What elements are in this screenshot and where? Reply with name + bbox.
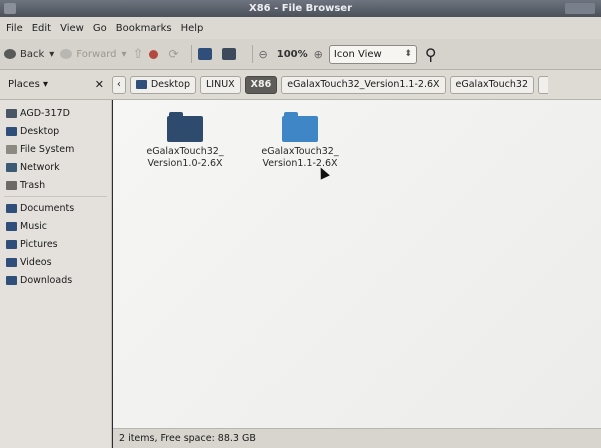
- menu-help[interactable]: Help: [181, 23, 204, 34]
- folder-icon: [135, 80, 147, 89]
- sidebar-item-agd-317d[interactable]: AGD-317D: [0, 104, 111, 122]
- stop-icon: [149, 49, 159, 59]
- back-label: Back: [20, 48, 45, 60]
- sidebar-item-file-system[interactable]: File System: [0, 140, 111, 158]
- sidebar-item-pictures[interactable]: Pictures: [0, 235, 111, 253]
- folder-name: eGalaxTouch32_ Version1.0-2.6X: [146, 146, 224, 169]
- close-sidebar-icon[interactable]: ✕: [95, 78, 104, 91]
- zoom-out-button[interactable]: ⊖: [259, 43, 268, 65]
- sidebar-item-downloads[interactable]: Downloads: [0, 271, 111, 289]
- breadcrumb-egalaxtouch32[interactable]: eGalaxTouch32: [449, 75, 534, 94]
- title-bar: X86 - File Browser: [0, 0, 601, 17]
- places-header: Places ▾ ✕: [0, 78, 112, 91]
- location-bar: Places ▾ ✕ ‹ Desktop LINUX X86 eGalaxTou…: [0, 70, 601, 100]
- home-button[interactable]: [197, 43, 216, 65]
- chevron-left-icon: ‹: [117, 79, 121, 90]
- places-sidebar: AGD-317D Desktop File System Network Tra…: [0, 100, 112, 448]
- status-bar: 2 items, Free space: 88.3 GB: [113, 428, 601, 448]
- breadcrumb-overflow[interactable]: [538, 75, 548, 94]
- trash-icon: [6, 180, 17, 190]
- back-button[interactable]: Back ▾: [4, 43, 54, 65]
- network-icon: [6, 162, 17, 172]
- sidebar-item-music[interactable]: Music: [0, 217, 111, 235]
- sidebar-item-documents[interactable]: Documents: [0, 199, 111, 217]
- folder-icon: [167, 112, 203, 142]
- forward-history-chevron-icon[interactable]: ▾: [122, 49, 127, 60]
- menu-edit[interactable]: Edit: [32, 23, 51, 34]
- computer-icon: [221, 48, 236, 60]
- file-view[interactable]: eGalaxTouch32_ Version1.0-2.6X eGalaxTou…: [113, 100, 601, 428]
- folder-icon: [6, 257, 17, 267]
- updown-chevron-icon: ⬍: [404, 49, 412, 59]
- folder-name: eGalaxTouch32_ Version1.1-2.6X: [261, 146, 339, 169]
- reload-button[interactable]: ⟳: [168, 43, 178, 65]
- zoom-level[interactable]: 100%: [274, 43, 308, 65]
- file-browser-window: X86 - File Browser File Edit View Go Boo…: [0, 0, 601, 448]
- forward-label: Forward: [76, 48, 117, 60]
- menu-file[interactable]: File: [6, 23, 23, 34]
- folder-icon: [6, 239, 17, 249]
- forward-button[interactable]: Forward ▾: [60, 43, 127, 65]
- toolbar: Back ▾ Forward ▾ ⇧ ⟳ ⊖ 100% ⊕ Icon View …: [0, 39, 601, 70]
- toolbar-separator: [190, 45, 192, 63]
- drive-icon: [6, 144, 17, 154]
- window-title: X86 - File Browser: [248, 3, 353, 14]
- menu-bar: File Edit View Go Bookmarks Help: [0, 17, 601, 39]
- menu-view[interactable]: View: [60, 23, 84, 34]
- window-menu-icon[interactable]: [4, 3, 16, 14]
- menu-go[interactable]: Go: [93, 23, 107, 34]
- breadcrumb-linux[interactable]: LINUX: [200, 75, 241, 94]
- places-dropdown[interactable]: Places ▾: [8, 79, 48, 90]
- folder-icon: [6, 275, 17, 285]
- breadcrumb-version1-1[interactable]: eGalaxTouch32_Version1.1-2.6X: [281, 75, 446, 94]
- folder-icon: [6, 221, 17, 231]
- sidebar-divider: [4, 196, 107, 197]
- sidebar-item-videos[interactable]: Videos: [0, 253, 111, 271]
- up-button[interactable]: ⇧: [133, 43, 144, 65]
- computer-icon: [6, 108, 17, 118]
- sidebar-item-desktop[interactable]: Desktop: [0, 122, 111, 140]
- zoom-in-button[interactable]: ⊕: [314, 43, 323, 65]
- zoom-value: 100%: [276, 48, 308, 60]
- search-icon[interactable]: ⚲: [425, 45, 437, 64]
- up-arrow-icon: ⇧: [132, 46, 144, 62]
- forward-arrow-icon: [60, 49, 73, 59]
- window-controls[interactable]: [565, 3, 595, 14]
- home-folder-icon: [197, 48, 212, 60]
- desktop-icon: [6, 126, 17, 136]
- breadcrumb-left-arrow[interactable]: ‹: [112, 75, 126, 94]
- view-mode-select[interactable]: Icon View ⬍: [328, 44, 417, 64]
- stop-button[interactable]: [149, 43, 162, 65]
- sidebar-item-network[interactable]: Network: [0, 158, 111, 176]
- breadcrumb-desktop[interactable]: Desktop: [129, 75, 196, 94]
- status-text: 2 items, Free space: 88.3 GB: [119, 433, 256, 444]
- zoom-in-icon: ⊕: [313, 47, 323, 61]
- toolbar-separator: [251, 45, 253, 63]
- reload-icon: ⟳: [168, 47, 179, 61]
- folder-item[interactable]: eGalaxTouch32_ Version1.1-2.6X: [254, 112, 346, 170]
- breadcrumb-x86[interactable]: X86: [244, 75, 278, 94]
- view-mode-value: Icon View: [333, 48, 382, 60]
- sidebar-item-trash[interactable]: Trash: [0, 176, 111, 194]
- menu-bookmarks[interactable]: Bookmarks: [116, 23, 172, 34]
- folder-item[interactable]: eGalaxTouch32_ Version1.0-2.6X: [139, 112, 231, 170]
- back-arrow-icon: [4, 49, 16, 59]
- zoom-out-icon: ⊖: [258, 47, 268, 61]
- back-history-chevron-icon[interactable]: ▾: [49, 49, 54, 60]
- folder-icon: [6, 203, 17, 213]
- computer-button[interactable]: [221, 43, 240, 65]
- folder-icon: [282, 112, 318, 142]
